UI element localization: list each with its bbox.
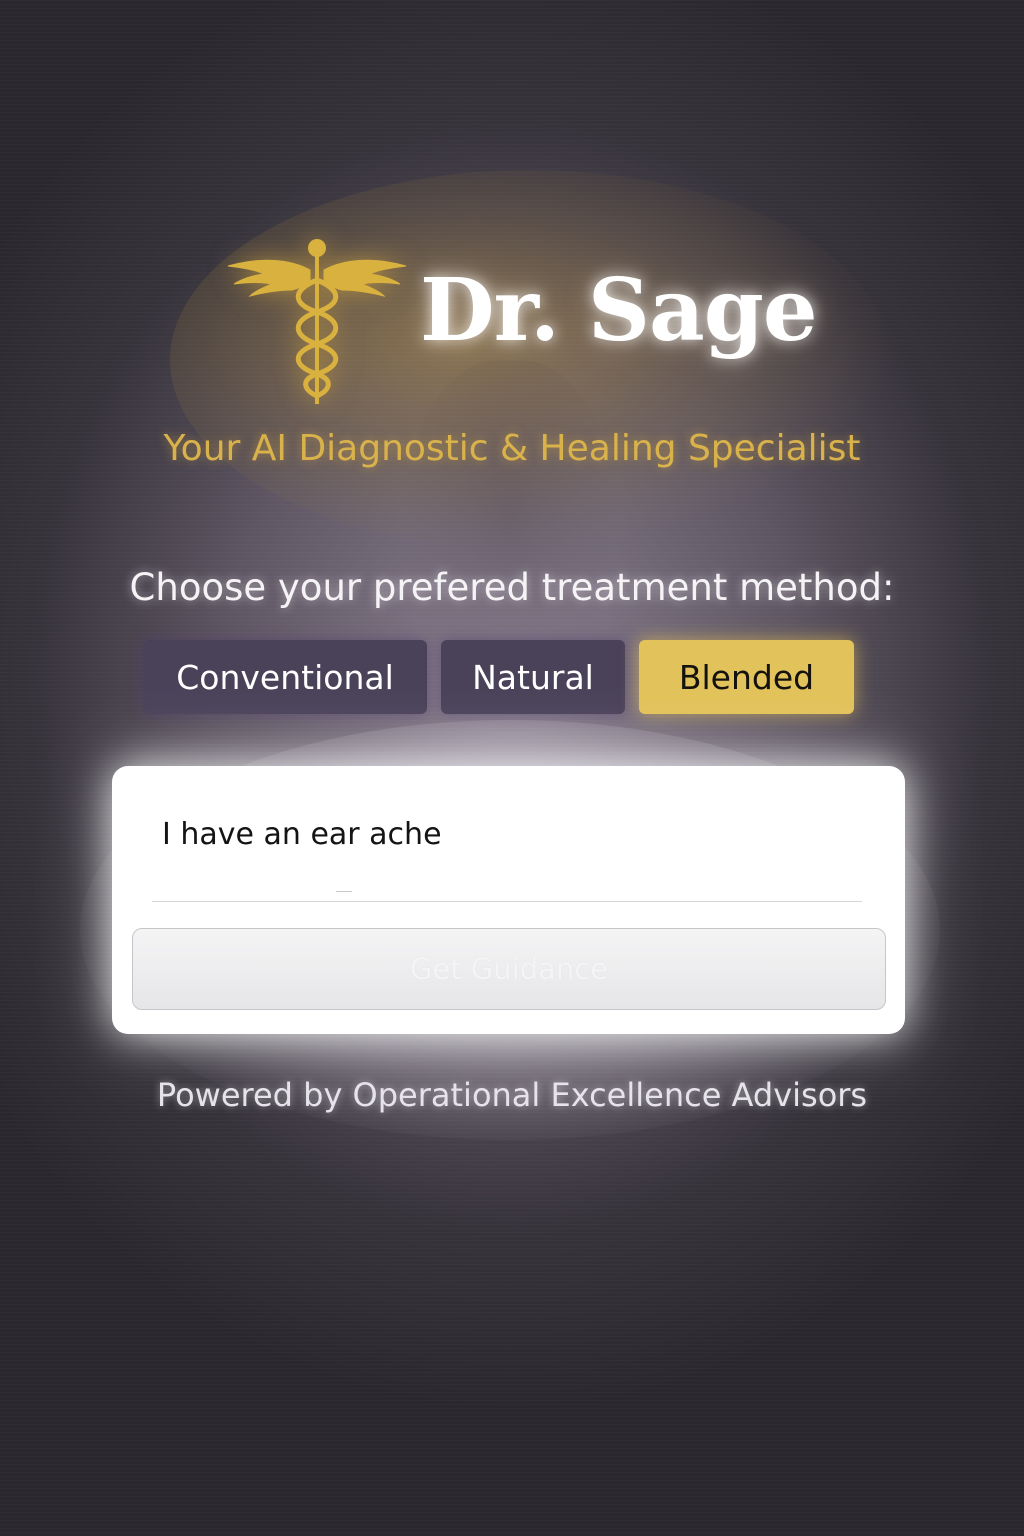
app-header: Dr. Sage	[222, 238, 832, 408]
blended-option-button[interactable]: Blended	[639, 640, 854, 714]
input-underline	[152, 901, 862, 902]
conventional-option-button[interactable]: Conventional	[143, 640, 427, 714]
caduceus-icon	[227, 239, 407, 404]
treatment-method-selector: Conventional Natural Blended	[0, 640, 1024, 716]
input-cursor-mark	[336, 891, 352, 892]
footer-credit: Powered by Operational Excellence Adviso…	[156, 1076, 868, 1114]
symptom-input[interactable]	[152, 804, 862, 864]
symptom-form-card: Get Guidance	[112, 766, 905, 1034]
app-title: Dr. Sage	[420, 260, 818, 361]
treatment-prompt: Choose your prefered treatment method:	[129, 566, 895, 609]
get-guidance-button[interactable]: Get Guidance	[132, 928, 886, 1010]
natural-option-button[interactable]: Natural	[441, 640, 625, 714]
app-tagline: Your AI Diagnostic & Healing Specialist	[163, 428, 861, 469]
